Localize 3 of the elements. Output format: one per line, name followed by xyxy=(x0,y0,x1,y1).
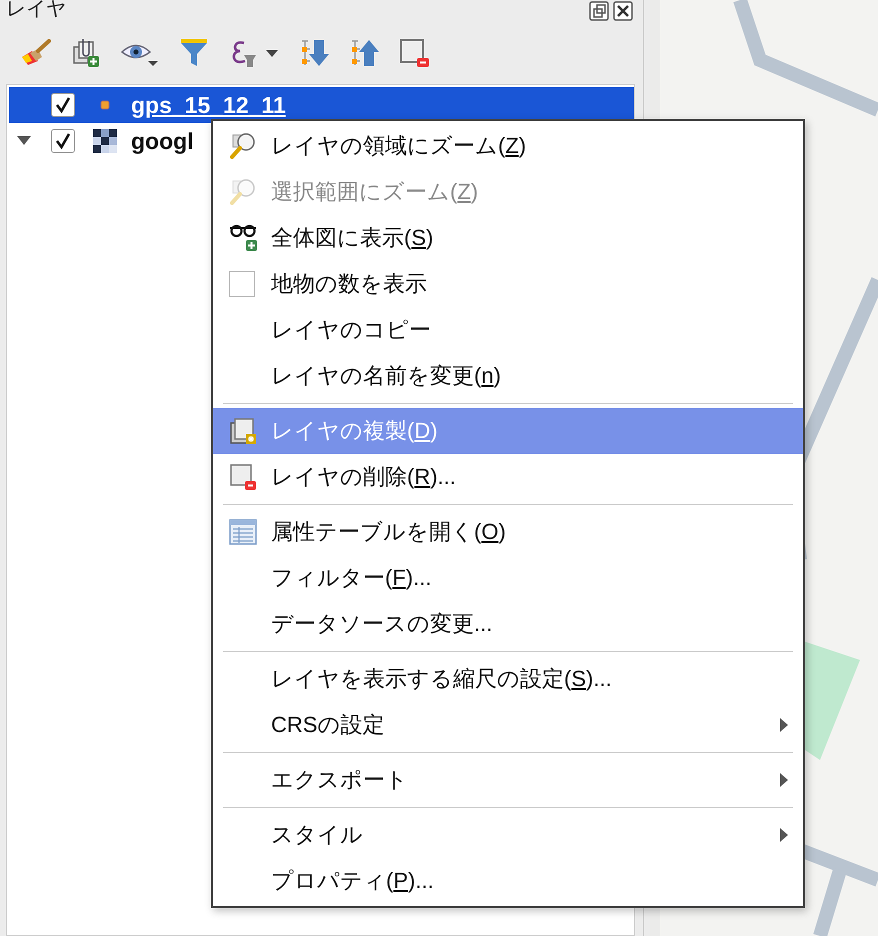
panel-title: レイヤ xyxy=(6,0,66,20)
layer-name: gps_15_12_11 xyxy=(131,92,286,118)
layer-name: googl xyxy=(131,128,194,154)
